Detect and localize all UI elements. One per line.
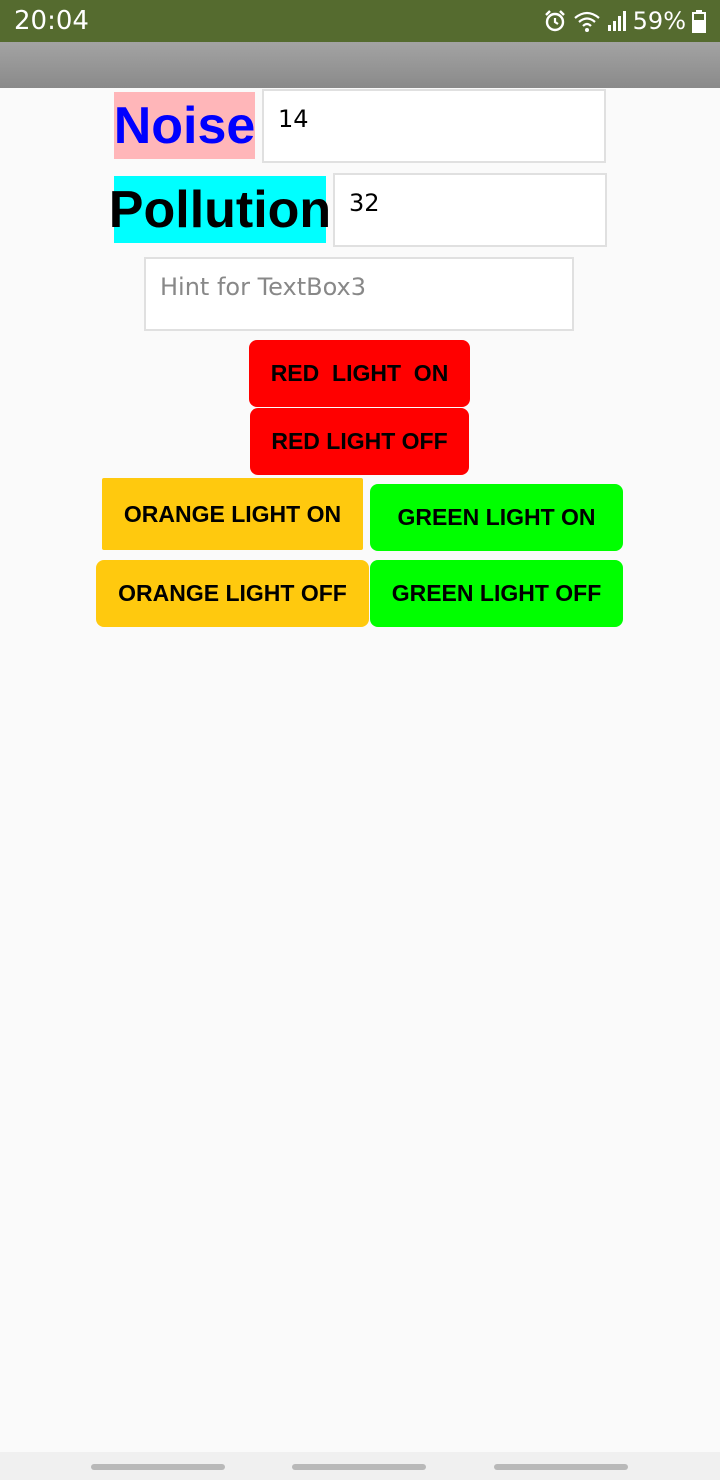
pollution-input[interactable]: 32	[333, 173, 607, 247]
battery-percent: 59%	[632, 7, 686, 35]
pollution-label: Pollution	[109, 176, 331, 243]
textbox3-input[interactable]: Hint for TextBox3	[144, 257, 574, 331]
status-bar: 20:04 59%	[0, 0, 720, 42]
red-light-on-button[interactable]: RED LIGHT ON	[249, 340, 470, 407]
orange-light-on-button[interactable]: ORANGE LIGHT ON	[102, 478, 363, 550]
nav-handle-left[interactable]	[91, 1464, 225, 1470]
noise-label: Noise	[114, 92, 255, 159]
alarm-icon	[543, 9, 567, 33]
orange-light-off-button[interactable]: ORANGE LIGHT OFF	[96, 560, 369, 627]
green-light-on-button[interactable]: GREEN LIGHT ON	[370, 484, 623, 551]
signal-icon	[607, 9, 627, 33]
green-light-off-button[interactable]: GREEN LIGHT OFF	[370, 560, 623, 627]
red-light-off-button[interactable]: RED LIGHT OFF	[250, 408, 469, 475]
battery-icon	[692, 9, 706, 33]
wifi-icon	[573, 9, 601, 33]
status-time: 20:04	[14, 6, 89, 36]
status-icons: 59%	[543, 5, 706, 37]
gesture-nav-bar	[0, 1452, 720, 1480]
noise-input[interactable]: 14	[262, 89, 606, 163]
app-bar	[0, 42, 720, 88]
nav-handle-right[interactable]	[494, 1464, 628, 1470]
nav-handle-center[interactable]	[292, 1464, 426, 1470]
